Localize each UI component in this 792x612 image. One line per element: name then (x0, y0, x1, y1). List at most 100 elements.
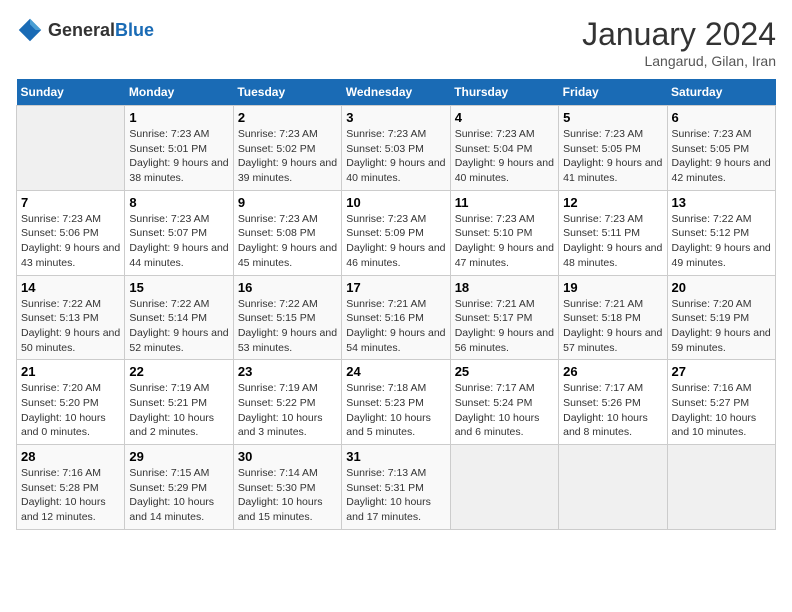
day-info: Sunrise: 7:22 AMSunset: 5:15 PMDaylight:… (238, 297, 337, 356)
calendar-day-cell: 31 Sunrise: 7:13 AMSunset: 5:31 PMDayligh… (342, 445, 450, 530)
day-number: 7 (21, 195, 120, 210)
calendar-day-cell: 5 Sunrise: 7:23 AMSunset: 5:05 PMDaylight… (559, 106, 667, 191)
weekday-header-cell: Sunday (17, 79, 125, 106)
calendar-day-cell: 8 Sunrise: 7:23 AMSunset: 5:07 PMDaylight… (125, 190, 233, 275)
day-info: Sunrise: 7:23 AMSunset: 5:04 PMDaylight:… (455, 127, 554, 186)
calendar-day-cell (559, 445, 667, 530)
calendar-body: 1 Sunrise: 7:23 AMSunset: 5:01 PMDaylight… (17, 106, 776, 530)
day-info: Sunrise: 7:20 AMSunset: 5:19 PMDaylight:… (672, 297, 771, 356)
calendar-day-cell: 29 Sunrise: 7:15 AMSunset: 5:29 PMDayligh… (125, 445, 233, 530)
day-number: 1 (129, 110, 228, 125)
logo-blue: Blue (115, 20, 154, 40)
day-info: Sunrise: 7:20 AMSunset: 5:20 PMDaylight:… (21, 381, 120, 440)
day-info: Sunrise: 7:23 AMSunset: 5:05 PMDaylight:… (563, 127, 662, 186)
day-number: 30 (238, 449, 337, 464)
day-number: 4 (455, 110, 554, 125)
day-number: 22 (129, 364, 228, 379)
day-info: Sunrise: 7:23 AMSunset: 5:09 PMDaylight:… (346, 212, 445, 271)
day-number: 31 (346, 449, 445, 464)
day-info: Sunrise: 7:23 AMSunset: 5:01 PMDaylight:… (129, 127, 228, 186)
day-number: 15 (129, 280, 228, 295)
calendar-day-cell: 17 Sunrise: 7:21 AMSunset: 5:16 PMDayligh… (342, 275, 450, 360)
day-info: Sunrise: 7:15 AMSunset: 5:29 PMDaylight:… (129, 466, 228, 525)
day-info: Sunrise: 7:19 AMSunset: 5:22 PMDaylight:… (238, 381, 337, 440)
day-number: 24 (346, 364, 445, 379)
calendar-day-cell: 1 Sunrise: 7:23 AMSunset: 5:01 PMDaylight… (125, 106, 233, 191)
day-info: Sunrise: 7:16 AMSunset: 5:28 PMDaylight:… (21, 466, 120, 525)
calendar-day-cell (17, 106, 125, 191)
day-number: 3 (346, 110, 445, 125)
weekday-header-cell: Tuesday (233, 79, 341, 106)
day-info: Sunrise: 7:22 AMSunset: 5:14 PMDaylight:… (129, 297, 228, 356)
day-info: Sunrise: 7:19 AMSunset: 5:21 PMDaylight:… (129, 381, 228, 440)
weekday-header-row: SundayMondayTuesdayWednesdayThursdayFrid… (17, 79, 776, 106)
day-info: Sunrise: 7:23 AMSunset: 5:02 PMDaylight:… (238, 127, 337, 186)
calendar-day-cell: 7 Sunrise: 7:23 AMSunset: 5:06 PMDaylight… (17, 190, 125, 275)
calendar-day-cell: 2Sunrise: 7:23 AMSunset: 5:02 PMDaylight… (233, 106, 341, 191)
calendar-day-cell: 22 Sunrise: 7:19 AMSunset: 5:21 PMDayligh… (125, 360, 233, 445)
calendar-week-row: 1 Sunrise: 7:23 AMSunset: 5:01 PMDaylight… (17, 106, 776, 191)
calendar-day-cell: 23Sunrise: 7:19 AMSunset: 5:22 PMDayligh… (233, 360, 341, 445)
calendar-week-row: 7 Sunrise: 7:23 AMSunset: 5:06 PMDaylight… (17, 190, 776, 275)
day-number: 13 (672, 195, 771, 210)
day-number: 6 (672, 110, 771, 125)
day-number: 26 (563, 364, 662, 379)
day-info: Sunrise: 7:17 AMSunset: 5:26 PMDaylight:… (563, 381, 662, 440)
logo-general: General (48, 20, 115, 40)
day-number: 18 (455, 280, 554, 295)
calendar-day-cell: 11Sunrise: 7:23 AMSunset: 5:10 PMDayligh… (450, 190, 558, 275)
day-number: 25 (455, 364, 554, 379)
day-number: 12 (563, 195, 662, 210)
day-info: Sunrise: 7:21 AMSunset: 5:16 PMDaylight:… (346, 297, 445, 356)
calendar-day-cell: 26 Sunrise: 7:17 AMSunset: 5:26 PMDayligh… (559, 360, 667, 445)
calendar-day-cell: 6 Sunrise: 7:23 AMSunset: 5:05 PMDaylight… (667, 106, 775, 191)
day-number: 21 (21, 364, 120, 379)
calendar-day-cell: 30 Sunrise: 7:14 AMSunset: 5:30 PMDayligh… (233, 445, 341, 530)
calendar-day-cell: 18Sunrise: 7:21 AMSunset: 5:17 PMDayligh… (450, 275, 558, 360)
day-info: Sunrise: 7:23 AMSunset: 5:06 PMDaylight:… (21, 212, 120, 271)
day-info: Sunrise: 7:22 AMSunset: 5:12 PMDaylight:… (672, 212, 771, 271)
calendar-day-cell: 28 Sunrise: 7:16 AMSunset: 5:28 PMDayligh… (17, 445, 125, 530)
day-number: 17 (346, 280, 445, 295)
day-info: Sunrise: 7:23 AMSunset: 5:07 PMDaylight:… (129, 212, 228, 271)
day-number: 27 (672, 364, 771, 379)
day-info: Sunrise: 7:23 AMSunset: 5:05 PMDaylight:… (672, 127, 771, 186)
calendar-day-cell: 13 Sunrise: 7:22 AMSunset: 5:12 PMDayligh… (667, 190, 775, 275)
calendar-day-cell (450, 445, 558, 530)
calendar-day-cell: 25 Sunrise: 7:17 AMSunset: 5:24 PMDayligh… (450, 360, 558, 445)
weekday-header-cell: Thursday (450, 79, 558, 106)
day-number: 14 (21, 280, 120, 295)
day-info: Sunrise: 7:17 AMSunset: 5:24 PMDaylight:… (455, 381, 554, 440)
day-number: 29 (129, 449, 228, 464)
weekday-header-cell: Wednesday (342, 79, 450, 106)
day-number: 8 (129, 195, 228, 210)
calendar-day-cell: 15 Sunrise: 7:22 AMSunset: 5:14 PMDayligh… (125, 275, 233, 360)
logo-icon (16, 16, 44, 44)
calendar-week-row: 14Sunrise: 7:22 AMSunset: 5:13 PMDayligh… (17, 275, 776, 360)
calendar-title: January 2024 (582, 16, 776, 53)
calendar-day-cell: 4 Sunrise: 7:23 AMSunset: 5:04 PMDaylight… (450, 106, 558, 191)
calendar-subtitle: Langarud, Gilan, Iran (582, 53, 776, 69)
calendar-day-cell: 20 Sunrise: 7:20 AMSunset: 5:19 PMDayligh… (667, 275, 775, 360)
calendar-day-cell: 14Sunrise: 7:22 AMSunset: 5:13 PMDayligh… (17, 275, 125, 360)
calendar-day-cell: 16 Sunrise: 7:22 AMSunset: 5:15 PMDayligh… (233, 275, 341, 360)
day-number: 16 (238, 280, 337, 295)
day-number: 19 (563, 280, 662, 295)
calendar-day-cell: 9Sunrise: 7:23 AMSunset: 5:08 PMDaylight… (233, 190, 341, 275)
calendar-day-cell: 10 Sunrise: 7:23 AMSunset: 5:09 PMDayligh… (342, 190, 450, 275)
calendar-week-row: 21 Sunrise: 7:20 AMSunset: 5:20 PMDayligh… (17, 360, 776, 445)
calendar-day-cell: 21 Sunrise: 7:20 AMSunset: 5:20 PMDayligh… (17, 360, 125, 445)
day-info: Sunrise: 7:16 AMSunset: 5:27 PMDaylight:… (672, 381, 771, 440)
calendar-week-row: 28 Sunrise: 7:16 AMSunset: 5:28 PMDayligh… (17, 445, 776, 530)
day-info: Sunrise: 7:13 AMSunset: 5:31 PMDaylight:… (346, 466, 445, 525)
calendar-day-cell (667, 445, 775, 530)
day-info: Sunrise: 7:23 AMSunset: 5:08 PMDaylight:… (238, 212, 337, 271)
day-number: 20 (672, 280, 771, 295)
day-number: 5 (563, 110, 662, 125)
day-info: Sunrise: 7:23 AMSunset: 5:10 PMDaylight:… (455, 212, 554, 271)
day-info: Sunrise: 7:14 AMSunset: 5:30 PMDaylight:… (238, 466, 337, 525)
day-info: Sunrise: 7:18 AMSunset: 5:23 PMDaylight:… (346, 381, 445, 440)
day-number: 28 (21, 449, 120, 464)
logo: GeneralBlue (16, 16, 154, 44)
day-number: 10 (346, 195, 445, 210)
